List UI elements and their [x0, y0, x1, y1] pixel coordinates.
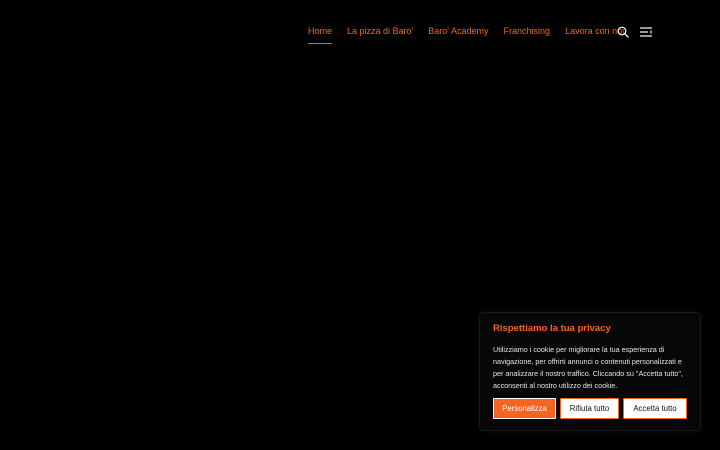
cookie-title: Rispettiamo la tua privacy	[493, 323, 611, 334]
menu-icon	[640, 27, 652, 37]
customize-button[interactable]: Personalizza	[493, 398, 556, 419]
cookie-description: Utilizziamo i cookie per migliorare la t…	[493, 345, 683, 390]
search-icon	[617, 26, 629, 38]
cookie-button-row: Personalizza Rifiuta tutto Accetta tutto	[493, 398, 687, 419]
main-nav: Home La pizza di Baro' Baro' Academy Fra…	[308, 25, 624, 44]
nav-item-franchising[interactable]: Franchising	[504, 25, 551, 41]
cookie-consent-banner: Rispettiamo la tua privacy Utilizziamo i…	[480, 313, 700, 430]
nav-item-home[interactable]: Home	[308, 25, 333, 44]
nav-item-academy[interactable]: Baro' Academy	[428, 25, 488, 41]
search-button[interactable]	[615, 24, 631, 40]
accept-all-button[interactable]: Accetta tutto	[623, 398, 687, 419]
menu-button[interactable]	[638, 24, 654, 40]
site-header: Home La pizza di Baro' Baro' Academy Fra…	[0, 0, 720, 62]
nav-item-la-pizza[interactable]: La pizza di Baro'	[347, 25, 413, 41]
reject-all-button[interactable]: Rifiuta tutto	[560, 398, 619, 419]
